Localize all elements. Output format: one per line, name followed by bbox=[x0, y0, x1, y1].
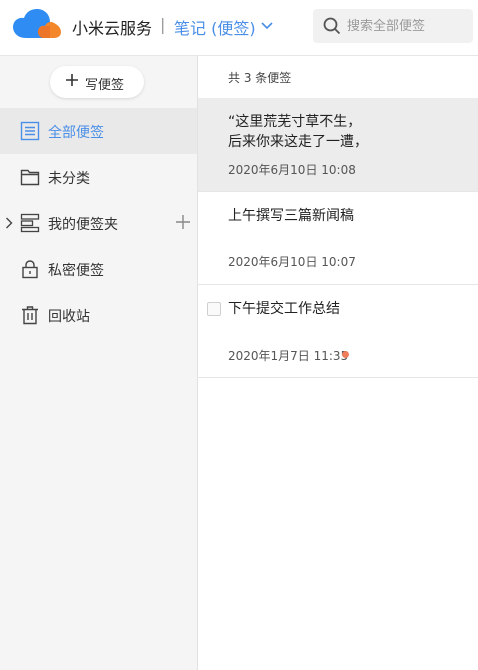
folders-stack-icon bbox=[20, 213, 40, 233]
sidebar-item-private-notes[interactable]: 私密便签 bbox=[0, 246, 197, 292]
add-folder-icon[interactable] bbox=[176, 215, 190, 229]
list-item[interactable]: “这里荒芜寸草不生， 后来你来这走了一遭， 2020年6月10日 10:08 bbox=[198, 98, 478, 192]
sidebar-item-label: 私密便签 bbox=[48, 263, 104, 279]
note-date: 2020年1月7日 11:35 bbox=[228, 349, 349, 363]
note-list: 共 3 条便签 “这里荒芜寸草不生， 后来你来这走了一遭， 2020年6月10日… bbox=[198, 56, 478, 670]
write-note-button[interactable]: 写便签 bbox=[50, 66, 144, 98]
lock-icon bbox=[22, 260, 38, 279]
note-count: 共 3 条便签 bbox=[228, 71, 292, 85]
sidebar-item-label: 未分类 bbox=[48, 171, 90, 187]
brand-title: 小米云服务 bbox=[72, 19, 153, 38]
note-checkbox[interactable] bbox=[207, 302, 221, 316]
reminder-dot-icon bbox=[342, 351, 349, 358]
chevron-down-icon[interactable] bbox=[261, 22, 273, 30]
note-date: 2020年6月10日 10:07 bbox=[228, 255, 356, 269]
sidebar: 写便签 全部便签 未分类 我的便签夹 私密便签 回收站 bbox=[0, 56, 198, 670]
sidebar-item-my-folders[interactable]: 我的便签夹 bbox=[0, 200, 197, 246]
mi-cloud-logo-icon bbox=[13, 9, 61, 38]
note-list-icon bbox=[20, 121, 40, 141]
title-separator: | bbox=[160, 15, 166, 34]
sidebar-item-label: 全部便签 bbox=[48, 125, 104, 141]
sidebar-item-label: 回收站 bbox=[48, 309, 90, 325]
top-bar: 小米云服务 | 笔记 (便签) bbox=[0, 0, 478, 56]
chevron-right-icon[interactable] bbox=[5, 217, 13, 229]
sidebar-item-uncategorized[interactable]: 未分类 bbox=[0, 154, 197, 200]
sidebar-item-label: 我的便签夹 bbox=[48, 217, 118, 233]
app-switcher[interactable]: 笔记 (便签) bbox=[174, 15, 256, 39]
sidebar-item-trash[interactable]: 回收站 bbox=[0, 292, 197, 338]
plus-icon bbox=[66, 74, 78, 86]
list-item[interactable]: 上午撰写三篇新闻稿 2020年6月10日 10:07 bbox=[198, 192, 478, 285]
folder-icon bbox=[20, 169, 40, 186]
note-title: 下午提交工作总结 bbox=[228, 301, 340, 317]
note-title: 上午撰写三篇新闻稿 bbox=[228, 208, 354, 224]
trash-icon bbox=[22, 306, 38, 325]
search-input[interactable] bbox=[347, 9, 471, 43]
note-title-line: 后来你来这走了一遭， bbox=[228, 134, 368, 150]
search-box[interactable] bbox=[313, 9, 473, 43]
sidebar-item-all-notes[interactable]: 全部便签 bbox=[0, 108, 197, 154]
write-note-label: 写便签 bbox=[85, 78, 125, 93]
list-item[interactable]: 下午提交工作总结 2020年1月7日 11:35 bbox=[198, 285, 478, 378]
note-date: 2020年6月10日 10:08 bbox=[228, 163, 356, 177]
note-title-line: “这里荒芜寸草不生， bbox=[228, 114, 362, 130]
search-icon bbox=[323, 17, 341, 35]
